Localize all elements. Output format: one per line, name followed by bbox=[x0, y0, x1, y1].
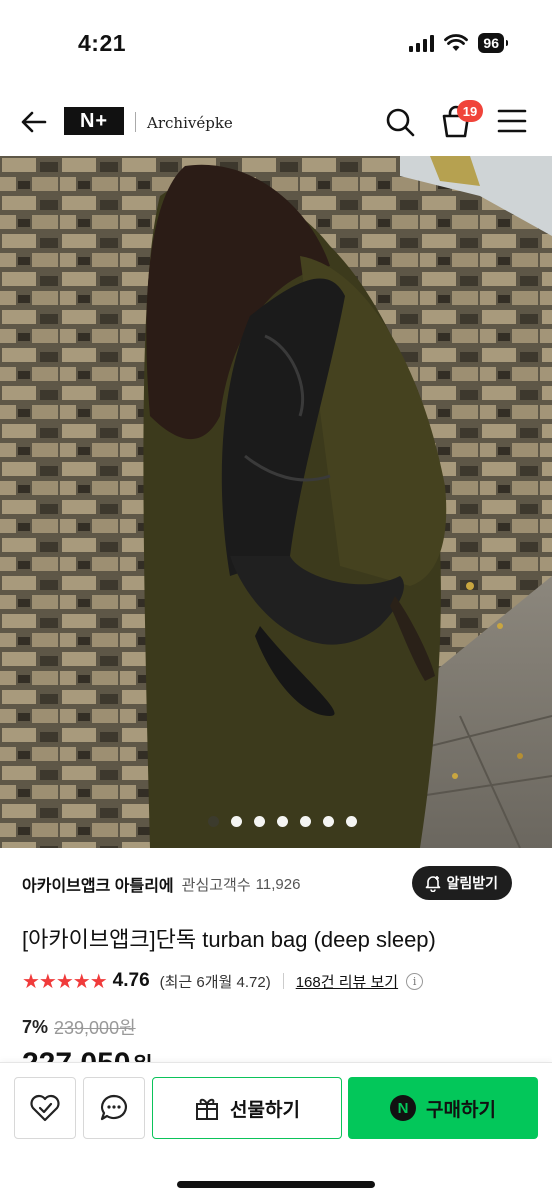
naver-plus-logo[interactable]: N+ bbox=[64, 107, 124, 135]
seller-name[interactable]: 아카이브앱크 아틀리에 bbox=[22, 872, 174, 896]
heart-check-icon bbox=[30, 1094, 60, 1122]
carousel-dot[interactable] bbox=[230, 816, 242, 827]
product-photo bbox=[0, 156, 552, 848]
original-price: 239,000원 bbox=[54, 1018, 136, 1038]
battery-indicator: 96 bbox=[478, 33, 508, 53]
rating-stars: ★★★★★ bbox=[22, 970, 108, 993]
seller-row: 아카이브앱크 아틀리에 관심고객수 11,926 알림받기 bbox=[22, 866, 532, 902]
rating-score: 4.76 bbox=[112, 970, 150, 991]
notify-button[interactable]: 알림받기 bbox=[412, 866, 512, 900]
carousel-dot[interactable] bbox=[345, 816, 357, 827]
follower-count: 11,926 bbox=[255, 875, 301, 893]
chat-bubble-icon bbox=[100, 1094, 127, 1121]
menu-icon[interactable] bbox=[497, 107, 527, 135]
chat-button[interactable] bbox=[83, 1077, 145, 1139]
rating-row: ★★★★★ 4.76 (최근 6개월 4.72) 168건 리뷰 보기 i bbox=[22, 968, 542, 994]
bell-plus-icon bbox=[426, 876, 441, 892]
app-header: N+ Archivépke 19 bbox=[0, 90, 552, 156]
notify-label: 알림받기 bbox=[446, 875, 498, 891]
sale-price: 227,050원 bbox=[22, 1044, 153, 1064]
naver-pay-icon: N bbox=[390, 1095, 417, 1121]
wishlist-button[interactable] bbox=[14, 1077, 76, 1139]
info-icon[interactable]: i bbox=[406, 972, 424, 990]
carousel-dots[interactable] bbox=[0, 816, 552, 827]
price-row: 7% 239,000원 bbox=[22, 1014, 136, 1040]
carousel-dot[interactable] bbox=[299, 816, 311, 827]
buy-button[interactable]: N 구매하기 bbox=[348, 1077, 538, 1139]
carousel-dot[interactable] bbox=[322, 816, 334, 827]
back-arrow-icon[interactable] bbox=[18, 106, 50, 138]
bottom-action-bar: 선물하기 N 구매하기 bbox=[0, 1062, 552, 1200]
carousel-dot[interactable] bbox=[207, 816, 219, 827]
home-indicator bbox=[177, 1181, 375, 1188]
cart-count-badge: 19 bbox=[457, 100, 483, 122]
logo-divider bbox=[135, 112, 136, 132]
divider bbox=[282, 973, 284, 989]
status-icons: 96 bbox=[409, 33, 508, 53]
discount-rate: 7% bbox=[22, 1016, 49, 1037]
recent-rating: (최근 6개월 4.72) bbox=[159, 973, 271, 991]
gift-button[interactable]: 선물하기 bbox=[152, 1077, 342, 1139]
store-name[interactable]: Archivépke bbox=[147, 114, 233, 132]
carousel-dot[interactable] bbox=[253, 816, 265, 827]
gift-label: 선물하기 bbox=[230, 1099, 300, 1121]
follower-label: 관심고객수 bbox=[181, 876, 251, 894]
status-bar: 4:21 96 bbox=[0, 0, 552, 90]
product-title: [아카이브앱크]단독 turban bag (deep sleep) bbox=[22, 927, 436, 952]
wifi-icon bbox=[444, 34, 469, 51]
review-link[interactable]: 168건 리뷰 보기 bbox=[296, 971, 398, 992]
search-icon[interactable] bbox=[384, 106, 416, 138]
buy-label: 구매하기 bbox=[426, 1099, 496, 1121]
status-time: 4:21 bbox=[78, 30, 127, 56]
carousel-dot[interactable] bbox=[276, 816, 288, 827]
product-image[interactable] bbox=[0, 156, 552, 848]
cellular-signal-icon bbox=[409, 34, 435, 52]
gift-icon bbox=[196, 1098, 219, 1120]
